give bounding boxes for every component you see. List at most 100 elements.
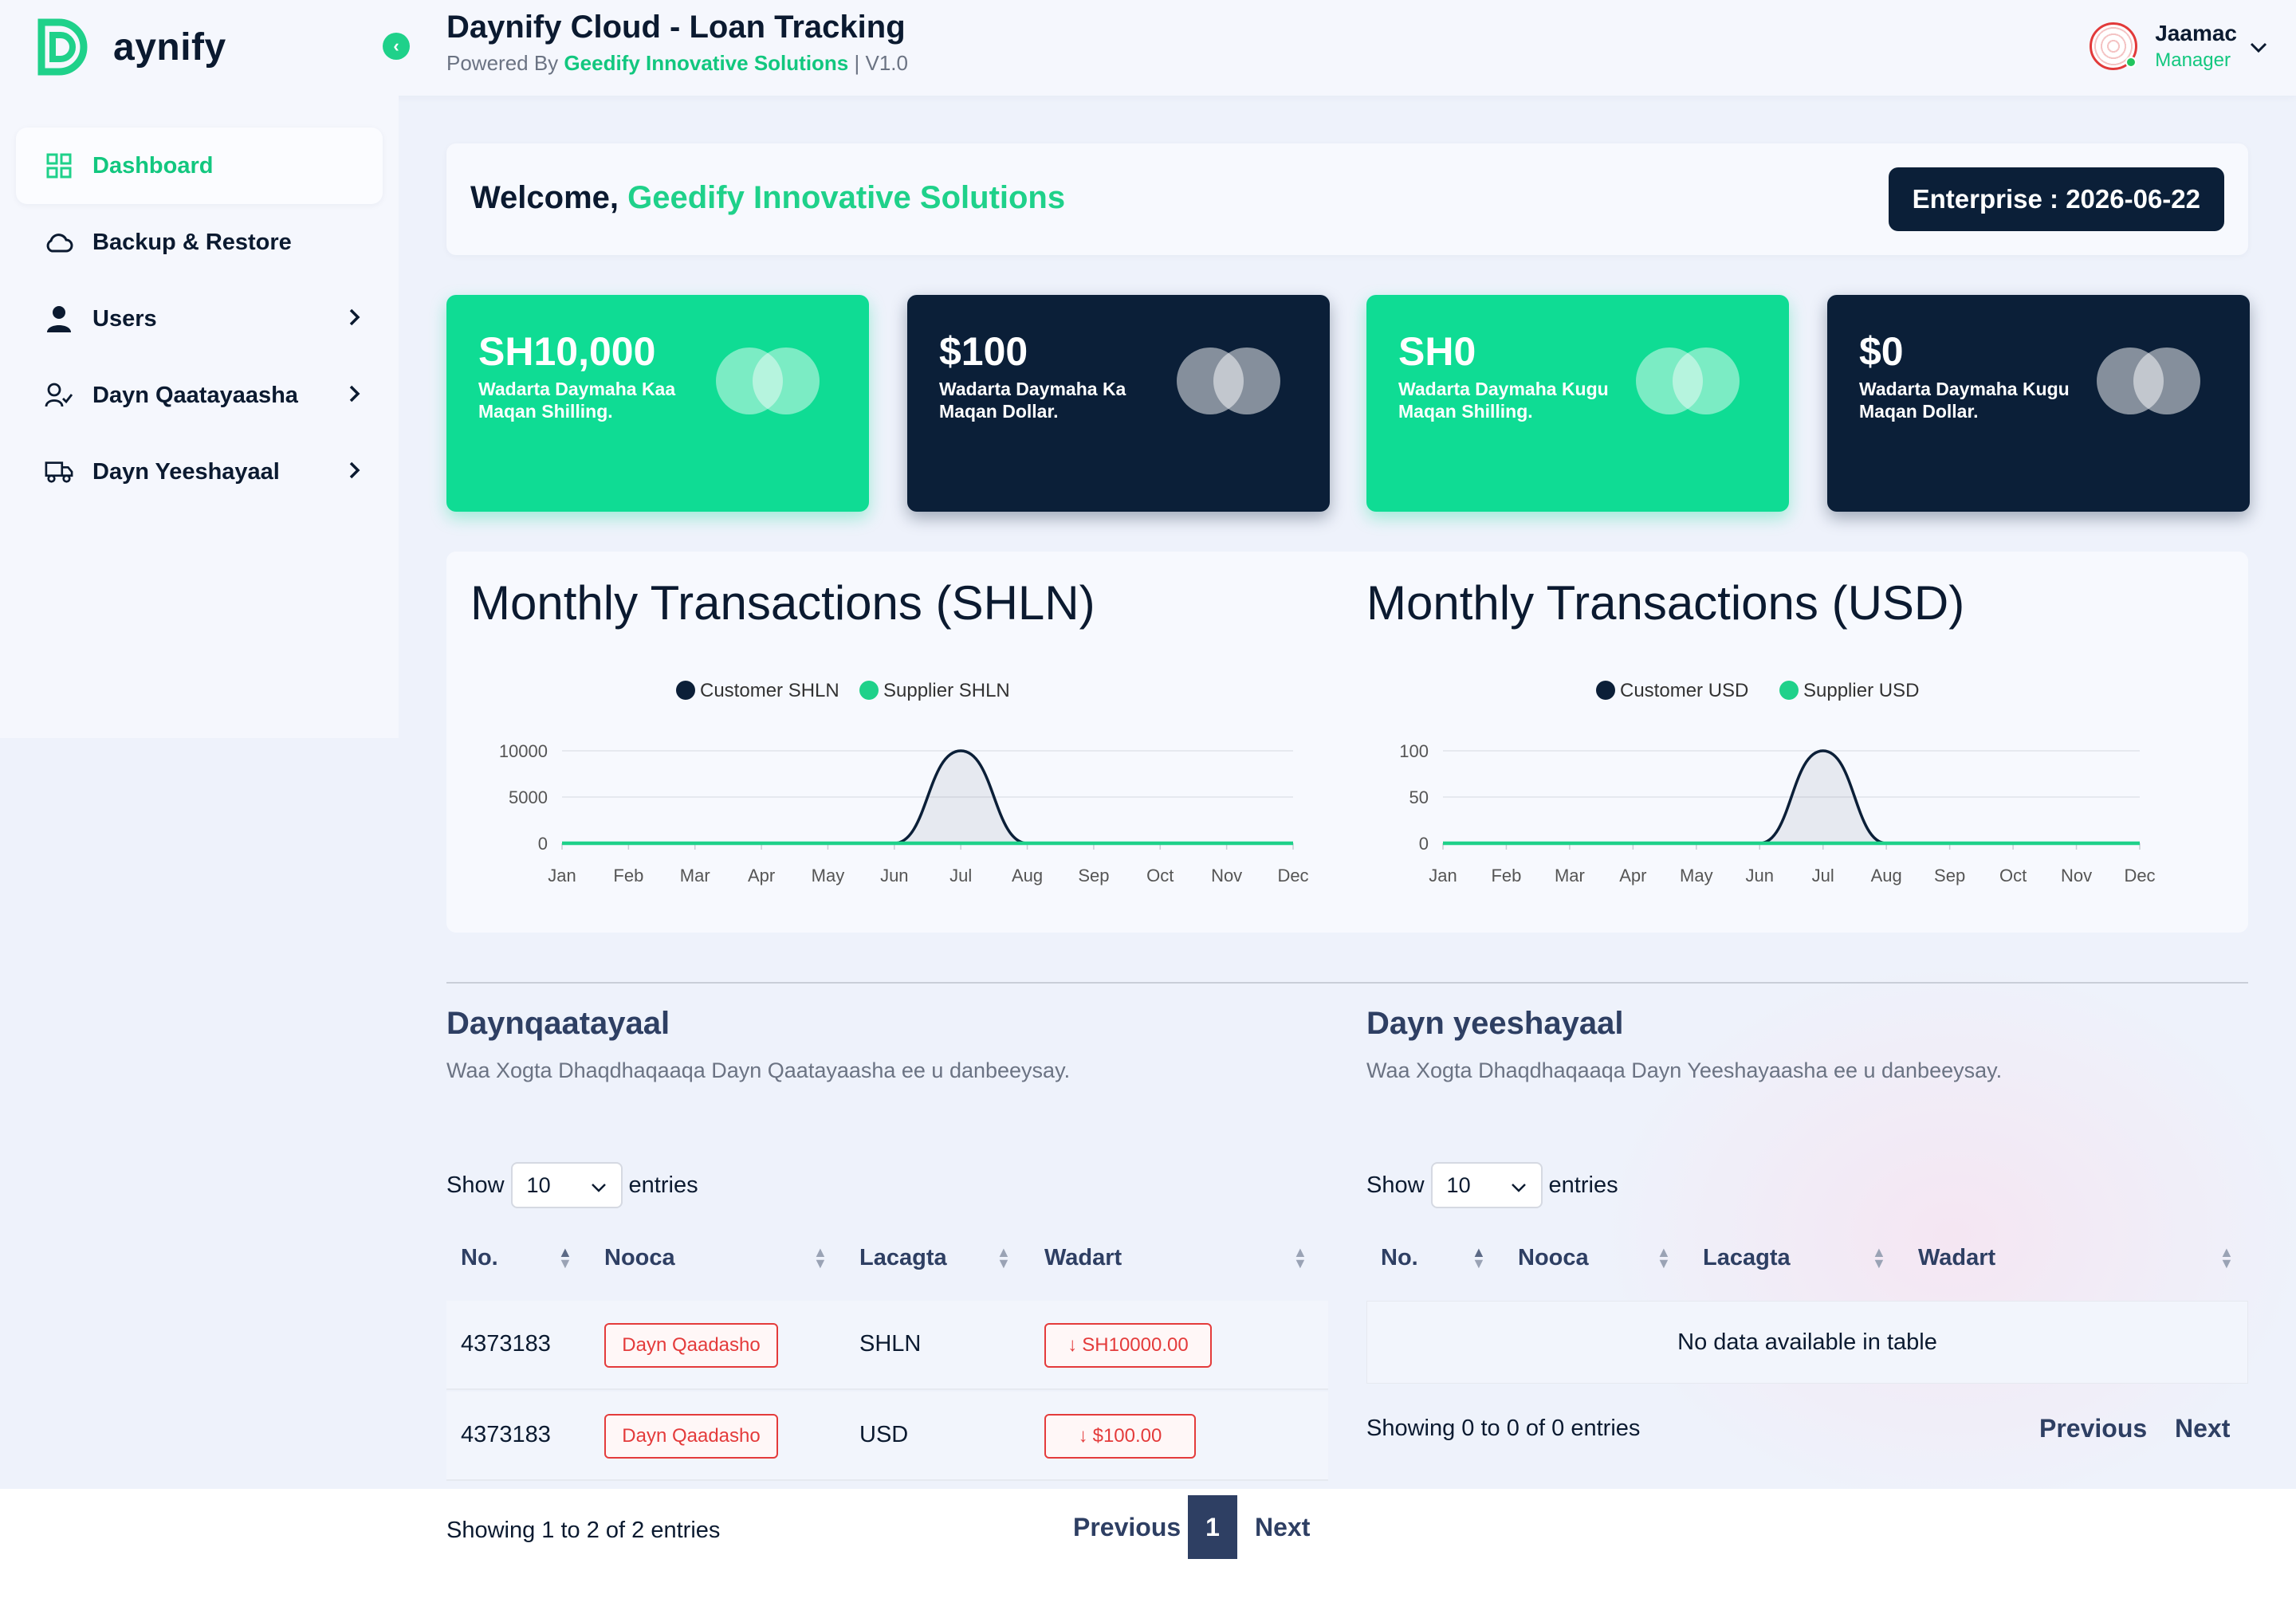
welcome-text: Welcome, Geedify Innovative Solutions <box>470 180 1065 216</box>
sort-icon[interactable]: ▲ ▼ <box>2219 1245 2234 1270</box>
arrow-down-icon: ↓ <box>1078 1425 1088 1447</box>
previous-button[interactable]: Previous <box>2039 1414 2147 1443</box>
logo[interactable]: aynify <box>35 18 226 77</box>
column-header-lacagta[interactable]: Lacagta <box>859 1245 947 1271</box>
amount-value: $100.00 <box>1092 1425 1162 1447</box>
cell-no: 4373183 <box>461 1422 551 1447</box>
amount-badge: ↓ SH10000.00 <box>1044 1323 1212 1368</box>
sidebar-item-backup-restore[interactable]: Backup & Restore <box>16 204 383 281</box>
legend-marker <box>676 681 695 700</box>
column-header-no[interactable]: No. <box>1381 1245 1418 1271</box>
page-size-select[interactable]: 10 <box>510 1162 623 1208</box>
user-role: Manager <box>2155 49 2231 71</box>
page-size-control: Show 10 entries <box>1366 1162 1618 1208</box>
sort-icon[interactable]: ▲ ▼ <box>997 1245 1011 1270</box>
legend-label: Customer SHLN <box>700 680 839 701</box>
next-button[interactable]: Next <box>1255 1513 1310 1542</box>
chevron-right-icon <box>349 458 360 485</box>
page-size-select[interactable]: 10 <box>1430 1162 1543 1208</box>
table-info: Showing 1 to 2 of 2 entries <box>446 1518 721 1543</box>
sidebar-item-dayn-qaatayaasha[interactable]: Dayn Qaatayaasha <box>16 357 383 434</box>
sort-icon[interactable]: ▲ ▼ <box>813 1245 828 1270</box>
x-tick-label: Apr <box>1619 866 1646 886</box>
table-header-left: No. ▲ ▼ Nooca ▲ ▼ Lacagta ▲ ▼ Wadart ▲ ▼ <box>446 1234 1328 1285</box>
x-tick-label: Jan <box>548 866 576 886</box>
x-tick-label: Dec <box>1277 866 1308 886</box>
sidebar-item-users[interactable]: Users <box>16 281 383 357</box>
truck-icon <box>45 457 73 486</box>
page-size-control: Show 10 entries <box>446 1162 698 1208</box>
show-label: Show <box>446 1172 505 1198</box>
stat-card-customer-dollar: $100 Wadarta Daymaha Ka Maqan Dollar. <box>907 295 1330 512</box>
user-name: Jaamac <box>2155 21 2237 45</box>
daynify-logo-icon <box>35 18 94 77</box>
sidebar-item-label: Backup & Restore <box>92 229 292 255</box>
stat-label: Wadarta Daymaha Kugu Maqan Dollar. <box>1859 379 2070 422</box>
x-tick-label: Jun <box>880 866 908 886</box>
cloud-icon <box>45 228 73 257</box>
sort-asc-icon[interactable]: ▲ ▼ <box>1472 1245 1486 1270</box>
app-title: Daynify Cloud - Loan Tracking <box>446 10 906 45</box>
top-header: aynify ‹ Daynify Cloud - Loan Tracking P… <box>0 0 2296 96</box>
x-tick-label: Feb <box>1491 866 1521 886</box>
sort-icon[interactable]: ▲ ▼ <box>1872 1245 1886 1270</box>
plan-badge: Enterprise : 2026-06-22 <box>1888 167 2224 231</box>
cell-no: 4373183 <box>461 1331 551 1357</box>
stat-label: Wadarta Daymaha Kugu Maqan Shilling. <box>1398 379 1609 422</box>
x-tick-label: Jun <box>1746 866 1774 886</box>
legend-label: Supplier SHLN <box>883 680 1010 701</box>
chart-shln: Customer SHLN Supplier SHLN 0 5000 10000 Jan F… <box>499 680 1309 886</box>
show-label: Show <box>1366 1172 1425 1198</box>
column-header-nooca[interactable]: Nooca <box>604 1245 675 1271</box>
sidebar-item-dashboard[interactable]: Dashboard <box>16 128 383 204</box>
type-badge: Dayn Qaadasho <box>604 1323 778 1368</box>
section-title-dayn-yeeshayaal: Dayn yeeshayaal <box>1366 1006 1624 1041</box>
app-subtitle: Powered By Geedify Innovative Solutions … <box>446 51 908 76</box>
sidebar-collapse-button[interactable]: ‹ <box>383 33 410 60</box>
section-title-daynqaatayaal: Daynqaatayaal <box>446 1006 670 1041</box>
powered-by-brand[interactable]: Geedify Innovative Solutions <box>564 51 848 75</box>
sort-asc-icon[interactable]: ▲ ▼ <box>558 1245 572 1270</box>
sidebar-item-label: Dashboard <box>92 152 214 179</box>
column-header-wadart[interactable]: Wadart <box>1918 1245 1995 1271</box>
footer-area <box>0 1489 2296 1610</box>
table-row: 4373183 Dayn Qaadasho SHLN ↓ SH10000.00 <box>446 1301 1328 1390</box>
user-menu[interactable]: Jaamac Manager <box>2090 21 2267 72</box>
y-tick-label: 0 <box>538 834 548 854</box>
x-tick-label: Jul <box>949 866 972 886</box>
entries-label: entries <box>1548 1172 1618 1198</box>
sort-icon[interactable]: ▲ ▼ <box>1293 1245 1307 1270</box>
x-tick-label: Apr <box>748 866 775 886</box>
charts-panel: Monthly Transactions (SHLN) Monthly Tran… <box>446 552 2248 933</box>
sidebar-item-dayn-yeeshayaal[interactable]: Dayn Yeeshayaal <box>16 434 383 510</box>
chart-title-usd: Monthly Transactions (USD) <box>1366 576 1965 630</box>
column-header-nooca[interactable]: Nooca <box>1518 1245 1589 1271</box>
sort-icon[interactable]: ▲ ▼ <box>1657 1245 1671 1270</box>
previous-button[interactable]: Previous <box>1073 1513 1181 1542</box>
sidebar-item-label: Dayn Yeeshayaal <box>92 458 280 485</box>
x-tick-label: May <box>812 866 845 886</box>
x-tick-label: Jul <box>1812 866 1834 886</box>
entries-label: entries <box>628 1172 698 1198</box>
x-tick-label: Jan <box>1429 866 1457 886</box>
section-desc: Waa Xogta Dhaqdhaqaaqa Dayn Yeeshayaasha… <box>1366 1058 2003 1082</box>
type-badge: Dayn Qaadasho <box>604 1414 778 1459</box>
chevron-down-icon[interactable] <box>2250 34 2267 59</box>
cell-currency: SHLN <box>859 1331 922 1357</box>
amount-badge: ↓ $100.00 <box>1044 1414 1196 1459</box>
column-header-lacagta[interactable]: Lacagta <box>1703 1245 1791 1271</box>
chevron-down-icon <box>1511 1173 1527 1198</box>
x-tick-label: May <box>1680 866 1713 886</box>
y-tick-label: 5000 <box>509 787 548 807</box>
page-size-value: 10 <box>1446 1172 1471 1197</box>
avatar <box>2090 22 2138 70</box>
stat-label: Wadarta Daymaha Kaa Maqan Shilling. <box>478 379 676 422</box>
stat-card-customer-shilling: SH10,000 Wadarta Daymaha Kaa Maqan Shill… <box>446 295 869 512</box>
page-button-current[interactable]: 1 <box>1188 1495 1237 1559</box>
table-row: 4373183 Dayn Qaadasho USD ↓ $100.00 <box>446 1392 1328 1481</box>
column-header-no[interactable]: No. <box>461 1245 498 1271</box>
table-info: Showing 0 to 0 of 0 entries <box>1366 1416 1641 1441</box>
y-tick-label: 100 <box>1399 741 1429 761</box>
column-header-wadart[interactable]: Wadart <box>1044 1245 1122 1271</box>
next-button[interactable]: Next <box>2175 1414 2230 1443</box>
